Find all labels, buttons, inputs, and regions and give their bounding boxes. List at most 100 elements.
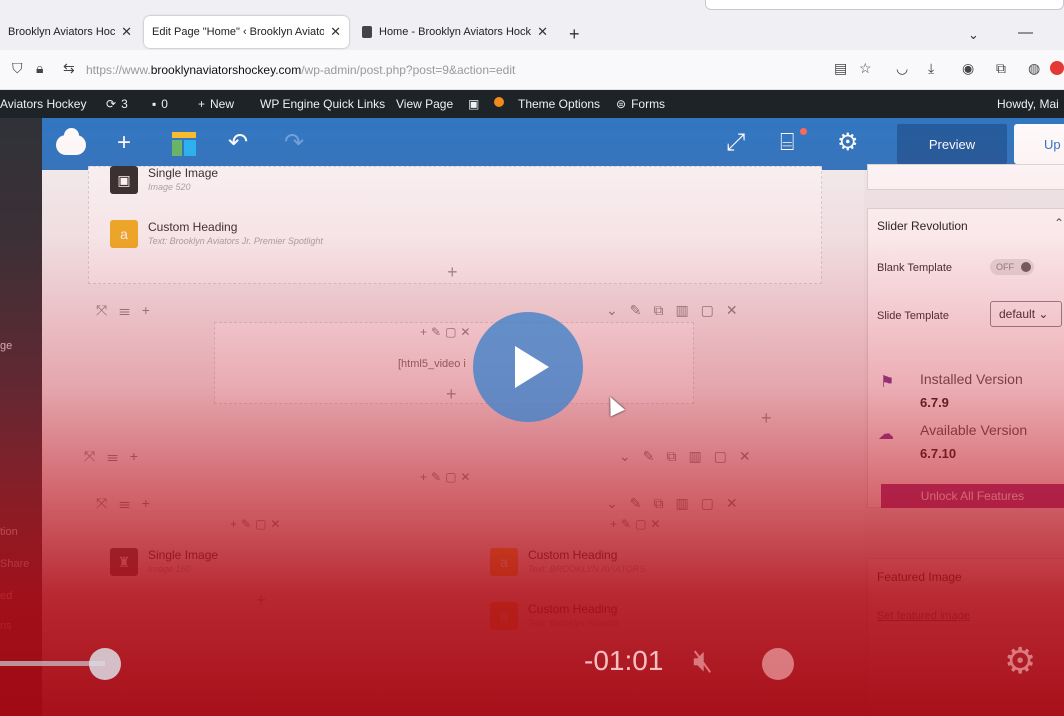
comment-icon: ▪ <box>152 97 157 111</box>
url-bar: ⛉ 🔒︎ ⇆ https://www.brooklynaviatorshocke… <box>0 50 1064 90</box>
column-controls[interactable]: ⌄✎⧉▥▢✕ <box>619 448 763 465</box>
custom-heading-element[interactable]: a Custom Heading Text: Brooklyn Aviators … <box>110 220 323 248</box>
sidebar-item-share[interactable]: Share <box>0 558 29 570</box>
sidebar-item-d[interactable]: ns <box>0 620 12 632</box>
row-controls[interactable]: ⤧☰+ <box>84 448 150 465</box>
presentation-icon[interactable]: ⌸ <box>780 128 794 158</box>
single-image-element[interactable]: ▣ Single Image Image 520 <box>110 166 218 194</box>
sidebar-item-a[interactable]: tion <box>0 526 18 538</box>
new-content-link[interactable]: + New <box>198 97 234 111</box>
blank-template-toggle[interactable]: OFF <box>990 259 1034 275</box>
add-element-icon[interactable]: + <box>256 590 267 611</box>
shield-icon[interactable]: ⛉ <box>12 60 23 77</box>
settings-gear-icon[interactable]: ⚙ <box>837 128 859 158</box>
view-page-link[interactable]: View Page <box>396 97 453 111</box>
image-icon: ♜ <box>110 548 138 576</box>
update-button[interactable]: Up <box>1014 124 1064 164</box>
wp-admin-bar: Aviators Hockey ⟳ 3 ▪ 0 + New WP Engine Qui… <box>0 90 1064 118</box>
add-element-icon[interactable]: + <box>761 408 772 429</box>
add-element-icon[interactable]: + <box>447 262 458 283</box>
shortcode-element[interactable]: [html5_video i <box>398 358 466 370</box>
container-icon[interactable]: ◍ <box>1028 60 1040 77</box>
custom-heading-element[interactable]: a Custom Heading Text: BROOKLYN AVIATORS <box>490 548 645 576</box>
cloud-download-icon: ☁ <box>878 426 894 443</box>
url-input[interactable]: https://www.brooklynaviatorshockey.com/w… <box>86 63 515 77</box>
page-builder-toolbar: + ↶ ↷ ⤢ ⌸ ⚙ Preview Up <box>42 118 1064 170</box>
row-controls[interactable]: ⤧☰+ <box>96 495 162 512</box>
page-icon <box>362 26 372 38</box>
builder-canvas: ▣ Single Image Image 520 a Custom Heading… <box>42 166 864 716</box>
column-controls[interactable]: ⌄✎⧉▥▢✕ <box>606 302 750 319</box>
seek-handle[interactable] <box>89 648 121 680</box>
reader-icon[interactable]: ▤ <box>834 60 847 77</box>
plus-icon: + <box>198 97 206 111</box>
theme-options-link[interactable]: Theme Options <box>518 97 600 111</box>
fullscreen-icon[interactable]: ⤢ <box>726 128 745 158</box>
undo-icon[interactable]: ↶ <box>228 128 248 158</box>
lock-icon[interactable]: 🔒︎ <box>36 60 43 77</box>
slide-template-select[interactable]: default ⌄ <box>990 301 1062 327</box>
forms-icon: ⊜ <box>616 97 627 111</box>
redo-icon[interactable]: ↷ <box>284 128 304 158</box>
chevron-down-icon: ⌄ <box>1038 307 1049 321</box>
sidebar-toolbar <box>705 0 1064 10</box>
play-button[interactable] <box>473 312 583 422</box>
close-icon[interactable]: ✕ <box>330 24 341 40</box>
blank-template-label: Blank Template <box>877 262 953 274</box>
column-controls[interactable]: ⌄✎⧉▥▢✕ <box>606 495 750 512</box>
available-version-label: Available Version <box>920 422 1028 438</box>
cloud-icon[interactable] <box>56 128 86 155</box>
browser-tab-bar: Brooklyn Aviators Hock ✕ Edit Page "Home… <box>0 12 1064 50</box>
element-controls[interactable]: +✎▢✕ <box>230 517 284 531</box>
templates-icon[interactable] <box>172 132 196 156</box>
comments-link[interactable]: ▪ 0 <box>152 97 168 111</box>
account-icon[interactable]: ◉ <box>962 60 974 77</box>
sidebar-item-c[interactable]: ed <box>0 590 12 602</box>
forms-link[interactable]: ⊜ Forms <box>616 97 665 111</box>
account-link[interactable]: Howdy, Mai <box>997 97 1059 111</box>
single-image-element[interactable]: ♜ Single Image Image 160 <box>110 548 218 576</box>
close-icon[interactable]: ✕ <box>537 24 548 40</box>
bookmark-icon[interactable]: ☆ <box>859 60 872 77</box>
mute-icon[interactable]: 🔇︎ <box>693 642 713 680</box>
settings-panel: Slider Revolution ⌃ Blank Template OFF S… <box>864 164 1064 716</box>
extension-badge-icon[interactable] <box>1050 61 1064 75</box>
minimize-icon[interactable]: — <box>1018 24 1033 41</box>
new-tab-button[interactable]: + <box>569 24 580 45</box>
set-featured-image-link[interactable]: Set featured image <box>877 610 970 622</box>
tab-brooklyn-aviators[interactable]: Brooklyn Aviators Hock ✕ <box>0 16 140 48</box>
available-version-value: 6.7.10 <box>920 446 957 461</box>
settings-gear-icon[interactable]: ⚙ <box>1004 640 1036 682</box>
row-controls[interactable]: ⤧☰+ <box>96 302 162 319</box>
element-controls[interactable]: +✎▢✕ <box>610 517 664 531</box>
installed-version-label: Installed Version <box>920 371 1023 387</box>
permissions-icon[interactable]: ⇆ <box>63 60 75 77</box>
add-element-icon[interactable]: + <box>446 384 457 405</box>
chevron-down-icon[interactable]: ⌄ <box>968 27 979 43</box>
custom-heading-element[interactable]: a Custom Heading Text: Brooklyn Aviators <box>490 602 619 630</box>
element-controls[interactable]: +✎▢✕ <box>420 470 474 484</box>
admin-sidebar: ge tion Share ed ns <box>0 118 42 716</box>
sidebar-item-pages[interactable]: ge <box>0 340 12 352</box>
notification-dot <box>800 128 807 135</box>
tab-label: Brooklyn Aviators Hock <box>8 26 116 38</box>
status-dot <box>494 97 504 107</box>
heading-icon: a <box>490 602 518 630</box>
volume-handle[interactable] <box>762 648 794 680</box>
element-controls[interactable]: +✎▢✕ <box>420 325 474 339</box>
unlock-features-button[interactable]: Unlock All Features <box>881 484 1064 508</box>
pocket-icon[interactable]: ◡ <box>896 60 908 77</box>
add-element-icon[interactable]: + <box>117 128 131 158</box>
close-icon[interactable]: ✕ <box>121 24 132 40</box>
wp-engine-link[interactable]: WP Engine Quick Links <box>260 97 385 111</box>
tab-home[interactable]: Home - Brooklyn Aviators Hock ✕ <box>354 16 556 48</box>
download-icon[interactable]: ⤓ <box>928 60 934 77</box>
chevron-up-icon[interactable]: ⌃ <box>1054 216 1064 230</box>
preview-button[interactable]: Preview <box>897 124 1007 164</box>
site-name-link[interactable]: Aviators Hockey <box>0 97 86 111</box>
slider-revolution-card <box>867 208 1064 508</box>
builder-icon[interactable]: ▣ <box>468 97 479 111</box>
tab-edit-page-home[interactable]: Edit Page "Home" ‹ Brooklyn Aviato ✕ <box>144 16 349 48</box>
updates-link[interactable]: ⟳ 3 <box>106 97 128 111</box>
extensions-icon[interactable]: ⧉ <box>996 60 1006 77</box>
